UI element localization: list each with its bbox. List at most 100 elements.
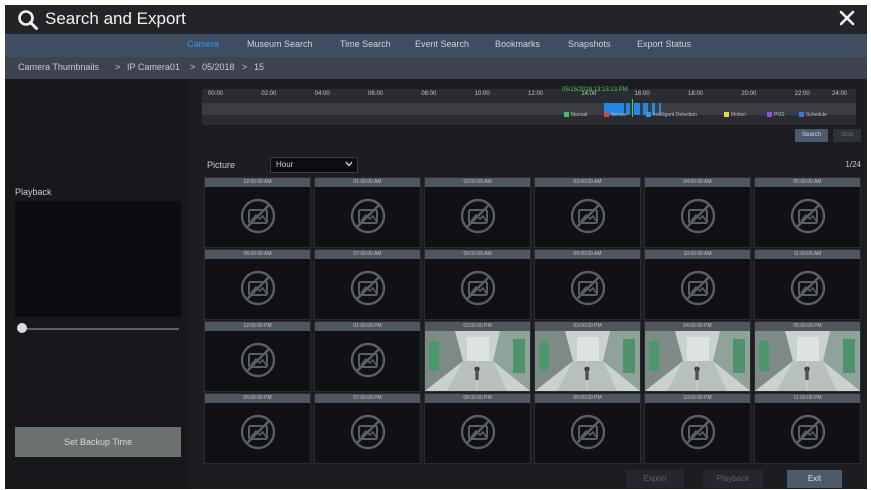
thumbnail-time: 08:00:00 PM [463,395,492,401]
thumbnail[interactable]: 04:00:00 PM [644,321,751,392]
chevron-down-icon [345,161,353,167]
search-icon [18,10,38,30]
no-image-icon [570,198,606,234]
thumbnail-header: 05:00:00 PM [755,322,860,331]
export-button[interactable]: Export [626,470,684,488]
thumbnail-header: 05:00:00 AM [755,178,860,187]
playback-slider-handle[interactable] [17,323,27,333]
thumbnail-header: 03:00:00 AM [535,178,640,187]
thumbnail-time: 10:00:00 PM [683,395,712,401]
tab-event-search[interactable]: Event Search [415,39,469,49]
no-image-icon [240,414,276,450]
set-backup-time-button[interactable]: Set Backup Time [15,427,181,457]
thumbnail[interactable]: 03:00:00 PM [534,321,641,392]
thumbnail-time: 07:00:00 PM [353,395,382,401]
thumbnail[interactable]: 05:00:00 AM [754,177,861,248]
tab-bookmarks[interactable]: Bookmarks [495,39,540,49]
thumbnail-time: 12:00:00 AM [243,179,272,185]
search-mode-tabs: Camera Museum Search Time Search Event S… [5,34,867,57]
timeline-cursor[interactable] [632,99,633,117]
title-bar: Search and Export [5,5,867,34]
breadcrumb-month[interactable]: 05/2018 [202,62,235,72]
playback-slider-track[interactable] [21,328,179,330]
legend-item: Schedule [799,112,827,118]
thumbnail[interactable]: 07:00:00 PM [314,393,421,464]
exit-button[interactable]: Exit [787,470,842,488]
thumbnail-header: 09:00:00 AM [535,250,640,259]
thumbnail[interactable]: 10:00:00 PM [644,393,751,464]
thumbnail-time: 04:00:00 PM [683,323,712,329]
tab-snapshots[interactable]: Snapshots [568,39,611,49]
picture-interval-select[interactable]: Hour [270,157,358,173]
no-image-icon [460,198,496,234]
thumbnail[interactable]: 01:00:00 PM [314,321,421,392]
thumbnail[interactable]: 12:00:00 PM [204,321,311,392]
close-icon[interactable] [837,8,857,28]
breadcrumb-day: 15 [254,62,265,72]
timeline-hour-label: 16:00 [634,91,650,97]
thumbnail[interactable]: 01:00:00 AM [314,177,421,248]
thumbnail-time: 07:00:00 AM [353,251,382,257]
thumbnail[interactable]: 04:00:00 AM [644,177,751,248]
thumbnail-time: 11:00:00 PM [793,395,822,401]
no-image-icon [240,342,276,378]
thumbnail[interactable]: 11:00:00 PM [754,393,861,464]
thumbnail[interactable]: 11:00:00 AM [754,249,861,320]
thumbnail[interactable]: 06:00:00 AM [204,249,311,320]
legend-label: POS [774,112,785,118]
thumbnail-header: 07:00:00 AM [315,250,420,259]
tab-camera[interactable]: Camera [187,39,219,49]
thumbnail[interactable]: 09:00:00 PM [534,393,641,464]
thumbnail[interactable]: 12:00:00 AM [204,177,311,248]
thumbnail[interactable]: 02:00:00 PM [424,321,531,392]
thumbnail-header: 11:00:00 AM [755,250,860,259]
timeline-hour-label: 02:00 [261,91,277,97]
breadcrumb-camera[interactable]: IP Camera01 [127,62,180,72]
thumbnail[interactable]: 03:00:00 AM [534,177,641,248]
no-image-icon [680,198,716,234]
tab-export-status[interactable]: Export Status [637,39,691,49]
legend-swatch [724,112,729,118]
legend-label: Schedule [806,112,827,118]
thumbnail-header: 04:00:00 AM [645,178,750,187]
stop-button[interactable]: Stop [833,129,861,142]
thumbnail[interactable]: 02:00:00 AM [424,177,531,248]
search-results-panel: 00:00 02:00 04:00 06:00 08:00 10:00 12:00 14:00… [194,79,867,489]
tab-time-search[interactable]: Time Search [340,39,391,49]
timeline-hour-label: 04:00 [314,91,330,97]
thumbnail-time: 01:00:00 PM [353,323,382,329]
breadcrumb: Camera Thumbnails > IP Camera01 > 05/201… [5,57,867,79]
timeline-hour-label: 10:00 [474,91,490,97]
thumbnail[interactable]: 06:00:00 PM [204,393,311,464]
legend-label: Motion [731,112,747,118]
timeline-hour-label: 20:00 [741,91,757,97]
breadcrumb-camera-thumbnails[interactable]: Camera Thumbnails [18,62,99,72]
legend-swatch [646,112,651,118]
timeline[interactable]: 00:00 02:00 04:00 06:00 08:00 10:00 12:00 14:00… [202,87,856,125]
no-image-icon [680,414,716,450]
thumbnail-time: 05:00:00 PM [793,323,822,329]
search-button[interactable]: Search [795,129,828,142]
no-image-icon [790,198,826,234]
no-image-icon [350,198,386,234]
timeline-hour-label: 06:00 [368,91,384,97]
timeline-record-segment [634,103,640,115]
picture-interval-value: Hour [276,160,294,169]
playback-label: Playback [15,187,52,197]
thumbnail[interactable]: 08:00:00 AM [424,249,531,320]
thumbnail[interactable]: 07:00:00 AM [314,249,421,320]
tab-museum-search[interactable]: Museum Search [247,39,313,49]
breadcrumb-separator: > [190,62,196,72]
legend-item: Motion [724,112,746,118]
thumbnail-header: 03:00:00 PM [535,322,640,331]
playback-button[interactable]: Playback [703,470,763,488]
thumbnail[interactable]: 08:00:00 PM [424,393,531,464]
legend-label: Manual [571,112,588,118]
timeline-current-time: 05/15/2018 13:15:13 PM [562,87,628,93]
thumbnail[interactable]: 09:00:00 AM [534,249,641,320]
thumbnail-header: 10:00:00 PM [645,394,750,403]
thumbnail-time: 02:00:00 AM [463,179,492,185]
timeline-track[interactable] [202,103,856,115]
thumbnail[interactable]: 10:00:00 AM [644,249,751,320]
thumbnail[interactable]: 05:00:00 PM [754,321,861,392]
